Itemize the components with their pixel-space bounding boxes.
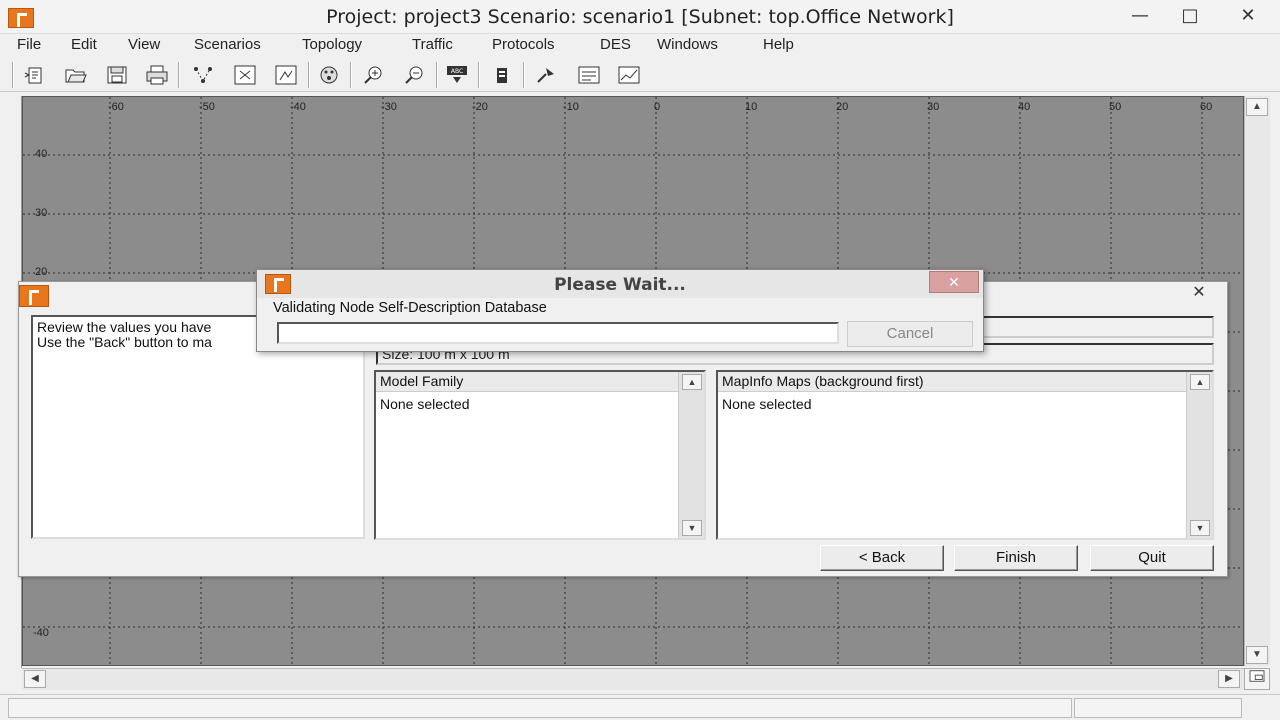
x-tick-label: -20 bbox=[472, 101, 488, 113]
menu-file[interactable]: File bbox=[17, 36, 41, 53]
back-button[interactable]: < Back bbox=[820, 545, 944, 571]
model-family-scrollbar[interactable]: ▲ ▼ bbox=[678, 372, 704, 538]
x-tick-label: 40 bbox=[1018, 101, 1030, 113]
scroll-up-arrow-icon[interactable]: ▲ bbox=[1190, 374, 1210, 390]
recover-icon[interactable] bbox=[533, 63, 559, 87]
new-project-icon[interactable] bbox=[22, 63, 48, 87]
menu-protocols[interactable]: Protocols bbox=[492, 36, 555, 53]
verify-links-icon[interactable]: ABC bbox=[444, 63, 470, 87]
x-tick-label: 0 bbox=[654, 101, 660, 113]
cancel-button[interactable]: Cancel bbox=[847, 321, 973, 347]
scroll-up-arrow-icon[interactable]: ▲ bbox=[682, 374, 702, 390]
horizontal-scrollbar[interactable]: ◀ ▶ bbox=[22, 668, 1244, 690]
menu-bar: File Edit View Scenarios Topology Traffi… bbox=[0, 34, 1280, 56]
menu-windows[interactable]: Windows bbox=[657, 36, 718, 53]
please-wait-titlebar: Please Wait... ✕ bbox=[257, 270, 983, 298]
title-bar: Project: project3 Scenario: scenario1 [S… bbox=[0, 0, 1280, 34]
object-palette-icon[interactable] bbox=[316, 63, 342, 87]
toolbar-separator bbox=[12, 62, 14, 88]
menu-help[interactable]: Help bbox=[763, 36, 794, 53]
x-tick-label: -30 bbox=[381, 101, 397, 113]
wizard-close-button[interactable]: ✕ bbox=[1176, 282, 1222, 304]
status-message bbox=[8, 698, 1072, 718]
menu-des[interactable]: DES bbox=[600, 36, 631, 53]
menu-scenarios[interactable]: Scenarios bbox=[194, 36, 261, 53]
wizard-logo-icon bbox=[19, 285, 49, 307]
x-tick-label: -50 bbox=[199, 101, 215, 113]
y-tick-label: 20 bbox=[35, 266, 47, 278]
scroll-down-arrow-icon[interactable]: ▼ bbox=[682, 520, 702, 536]
status-coordinates bbox=[1074, 698, 1242, 718]
scroll-down-arrow-icon[interactable]: ▼ bbox=[1190, 520, 1210, 536]
scroll-left-arrow-icon[interactable]: ◀ bbox=[24, 670, 46, 688]
model-family-item[interactable]: None selected bbox=[380, 396, 470, 412]
close-button[interactable]: ✕ bbox=[1230, 4, 1266, 28]
x-tick-label: -10 bbox=[563, 101, 579, 113]
toolbar-separator bbox=[523, 62, 525, 88]
zoom-in-icon[interactable] bbox=[361, 63, 387, 87]
scroll-right-arrow-icon[interactable]: ▶ bbox=[1218, 670, 1240, 688]
open-icon[interactable] bbox=[63, 63, 89, 87]
view-results-icon[interactable] bbox=[616, 63, 642, 87]
menu-topology[interactable]: Topology bbox=[302, 36, 362, 53]
menu-view[interactable]: View bbox=[128, 36, 160, 53]
x-tick-label: 10 bbox=[745, 101, 757, 113]
overview-icon[interactable] bbox=[1244, 668, 1270, 690]
y-tick-label: 40 bbox=[35, 148, 47, 160]
toolbar-separator bbox=[178, 62, 180, 88]
mapinfo-maps-header: MapInfo Maps (background first) bbox=[718, 372, 1186, 392]
y-tick-label: -40 bbox=[33, 627, 49, 639]
mapinfo-maps-list[interactable]: MapInfo Maps (background first) None sel… bbox=[716, 370, 1214, 540]
x-tick-label: 50 bbox=[1109, 101, 1121, 113]
finish-button[interactable]: Finish bbox=[954, 545, 1078, 571]
status-bar bbox=[0, 694, 1280, 720]
rapid-config-icon[interactable] bbox=[190, 63, 216, 87]
x-tick-label: 20 bbox=[836, 101, 848, 113]
minimize-button[interactable]: — bbox=[1122, 4, 1158, 28]
scroll-down-arrow-icon[interactable]: ▼ bbox=[1246, 646, 1268, 664]
please-wait-dialog: Please Wait... ✕ Validating Node Self-De… bbox=[256, 269, 984, 352]
restore-view-icon[interactable] bbox=[273, 63, 299, 87]
mapinfo-scrollbar[interactable]: ▲ ▼ bbox=[1186, 372, 1212, 538]
window-title: Project: project3 Scenario: scenario1 [S… bbox=[326, 6, 954, 28]
scroll-up-arrow-icon[interactable]: ▲ bbox=[1246, 98, 1268, 116]
mapinfo-maps-item[interactable]: None selected bbox=[722, 396, 812, 412]
quit-button[interactable]: Quit bbox=[1090, 545, 1214, 571]
please-wait-message: Validating Node Self-Description Databas… bbox=[273, 300, 547, 316]
please-wait-title: Please Wait... bbox=[554, 275, 686, 295]
x-tick-label: 60 bbox=[1200, 101, 1212, 113]
menu-edit[interactable]: Edit bbox=[71, 36, 97, 53]
app-window: Project: project3 Scenario: scenario1 [S… bbox=[0, 0, 1280, 720]
model-family-header: Model Family bbox=[376, 372, 678, 392]
y-tick-label: 30 bbox=[35, 207, 47, 219]
toolbar-separator bbox=[308, 62, 310, 88]
x-tick-label: -60 bbox=[108, 101, 124, 113]
svg-text:ABC: ABC bbox=[451, 68, 463, 75]
fail-node-icon[interactable] bbox=[489, 63, 515, 87]
menu-traffic[interactable]: Traffic bbox=[412, 36, 453, 53]
progress-bar bbox=[277, 322, 839, 344]
configure-discrete-event-simulation-icon[interactable] bbox=[576, 63, 602, 87]
model-family-list[interactable]: Model Family None selected ▲ ▼ bbox=[374, 370, 706, 540]
zoom-out-icon[interactable] bbox=[402, 63, 428, 87]
x-tick-label: -40 bbox=[290, 101, 306, 113]
vertical-scrollbar[interactable]: ▲ ▼ bbox=[1244, 96, 1270, 666]
print-icon[interactable] bbox=[144, 63, 170, 87]
fit-to-window-icon[interactable] bbox=[232, 63, 258, 87]
toolbar-separator bbox=[436, 62, 438, 88]
save-icon[interactable] bbox=[104, 63, 130, 87]
maximize-button[interactable]: □ bbox=[1172, 4, 1208, 28]
toolbar-separator bbox=[350, 62, 352, 88]
x-tick-label: 30 bbox=[927, 101, 939, 113]
toolbar-separator bbox=[478, 62, 480, 88]
toolbar: ABC bbox=[0, 58, 1280, 92]
please-wait-close-button[interactable]: ✕ bbox=[929, 271, 979, 293]
